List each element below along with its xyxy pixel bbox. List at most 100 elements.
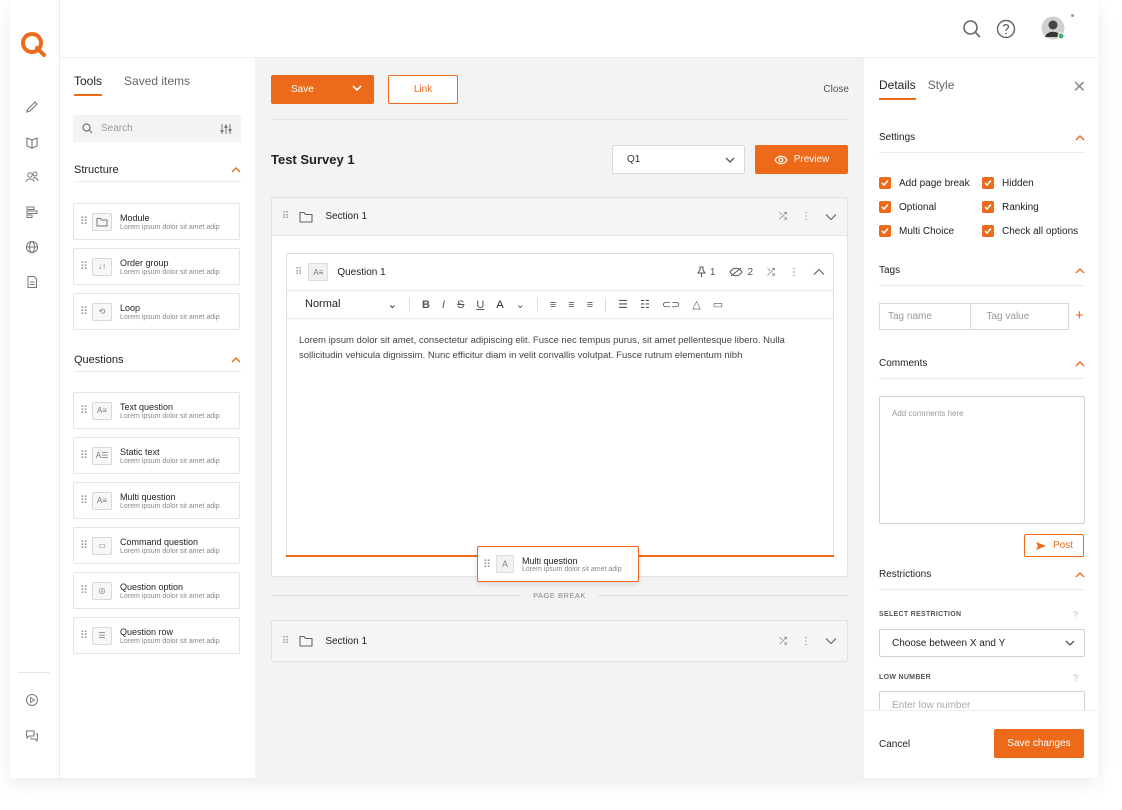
save-changes-button[interactable]: Save changes	[994, 729, 1084, 758]
tool-card-multi-question[interactable]: ⠿ A≡ Multi question Lorem ipsum dolor sit…	[73, 482, 240, 519]
tool-card-static-text[interactable]: ⠿ A☰ Static text Lorem ipsum dolor sit am…	[73, 437, 240, 474]
checkbox-checked-icon[interactable]	[982, 201, 994, 213]
chevron-up-icon[interactable]	[1075, 571, 1085, 578]
restrictions-header[interactable]: Restrictions	[879, 560, 1085, 590]
question-header[interactable]: ⠿ A≡ Question 1 1 2 ⤮ ⋮	[287, 254, 833, 291]
drag-handle-icon[interactable]: ⠿	[282, 211, 289, 222]
tool-card-question-row[interactable]: ⠿ ☰ Question row Lorem ipsum dolor sit am…	[73, 617, 240, 654]
help-icon[interactable]	[996, 19, 1016, 39]
strikethrough-icon[interactable]: S	[457, 299, 464, 311]
search-input[interactable]: Search	[101, 123, 220, 134]
questions-header[interactable]: Questions	[74, 348, 241, 372]
text-style-select[interactable]: Normal ⌄	[305, 298, 397, 311]
chevron-up-icon[interactable]	[813, 268, 825, 276]
section-header[interactable]: ⠿ Section 1 ⤮ ⋮	[272, 621, 847, 661]
more-icon[interactable]: ⋮	[801, 636, 811, 647]
drag-handle-icon[interactable]: ⠿	[76, 260, 92, 273]
more-icon[interactable]: ⋮	[789, 267, 799, 278]
drag-handle-icon[interactable]: ⠿	[295, 267, 302, 278]
drag-handle-icon[interactable]: ⠿	[478, 558, 496, 571]
chevron-up-icon[interactable]	[1075, 134, 1085, 141]
filter-icon[interactable]	[220, 123, 232, 135]
add-tag-icon[interactable]: +	[1075, 307, 1084, 324]
checkbox-optional[interactable]: Optional	[879, 201, 936, 213]
save-button[interactable]: Save	[271, 75, 374, 104]
preview-button[interactable]: Preview	[755, 145, 848, 174]
comments-header[interactable]: Comments	[879, 349, 1085, 379]
drag-handle-icon[interactable]: ⠿	[76, 539, 92, 552]
drag-handle-icon[interactable]: ⠿	[76, 629, 92, 642]
help-icon[interactable]: ?	[1073, 673, 1078, 683]
tab-tools[interactable]: Tools	[74, 74, 103, 96]
chevron-down-icon[interactable]	[825, 213, 837, 221]
post-button[interactable]: Post	[1024, 534, 1084, 557]
align-right-icon[interactable]: ≡	[587, 299, 593, 311]
section-header[interactable]: ⠿ Section 1 ⤮ ⋮	[272, 198, 847, 236]
drag-handle-icon[interactable]: ⠿	[76, 494, 92, 507]
link-icon[interactable]: ⊂⊃	[662, 298, 680, 311]
checkbox-check-all-options[interactable]: Check all options	[982, 225, 1078, 237]
video-icon[interactable]: ▭	[713, 298, 723, 311]
italic-icon[interactable]: I	[442, 299, 445, 311]
link-button[interactable]: Link	[388, 75, 458, 104]
chevron-up-icon[interactable]	[1075, 267, 1085, 274]
tag-name-input[interactable]: Tag name	[880, 304, 970, 329]
close-icon[interactable]: ✕	[1073, 77, 1086, 97]
checkbox-hidden[interactable]: Hidden	[982, 177, 1034, 189]
shuffle-icon[interactable]: ⤮	[779, 211, 787, 222]
bold-icon[interactable]: B	[422, 299, 430, 311]
drag-handle-icon[interactable]: ⠿	[282, 636, 289, 647]
drag-handle-icon[interactable]: ⠿	[76, 584, 92, 597]
edit-icon[interactable]	[25, 100, 39, 114]
logo[interactable]	[19, 30, 47, 58]
chevron-up-icon[interactable]	[1075, 360, 1085, 367]
globe-icon[interactable]	[25, 240, 39, 254]
checkbox-add-page-break[interactable]: Add page break	[879, 177, 970, 189]
tools-search[interactable]: Search	[73, 115, 241, 142]
align-left-icon[interactable]: ≡	[550, 299, 556, 311]
structure-header[interactable]: Structure	[74, 158, 241, 182]
checkbox-checked-icon[interactable]	[879, 201, 891, 213]
tool-card-text-question[interactable]: ⠿ A≡ Text question Lorem ipsum dolor sit …	[73, 392, 240, 429]
checkbox-multi-choice[interactable]: Multi Choice	[879, 225, 954, 237]
play-icon[interactable]	[25, 693, 39, 707]
settings-header[interactable]: Settings	[879, 123, 1085, 153]
checkbox-checked-icon[interactable]	[982, 177, 994, 189]
font-color-icon[interactable]: A	[496, 299, 503, 311]
chevron-down-icon[interactable]	[352, 83, 362, 93]
align-center-icon[interactable]: ≡	[568, 299, 574, 311]
dragging-card-multi-question[interactable]: ⠿ A Multi question Lorem ipsum dolor sit…	[477, 546, 639, 582]
layout-icon[interactable]	[25, 205, 39, 219]
drag-handle-icon[interactable]: ⠿	[76, 215, 92, 228]
image-icon[interactable]: △	[692, 298, 700, 311]
shuffle-icon[interactable]: ⤮	[767, 267, 775, 278]
underline-icon[interactable]: U	[476, 299, 484, 311]
more-icon[interactable]: ⋮	[801, 211, 811, 222]
chevron-up-icon[interactable]	[231, 356, 241, 363]
checkbox-ranking[interactable]: Ranking	[982, 201, 1039, 213]
tool-card-module[interactable]: ⠿ Module Lorem ipsum dolor sit amet adip	[73, 203, 240, 240]
cancel-button[interactable]: Cancel	[879, 739, 910, 750]
users-icon[interactable]	[25, 170, 39, 184]
tool-card-command-question[interactable]: ⠿ ▭ Command question Lorem ipsum dolor si…	[73, 527, 240, 564]
search-icon[interactable]	[962, 19, 982, 39]
tab-saved-items[interactable]: Saved items	[124, 74, 190, 96]
checkbox-checked-icon[interactable]	[879, 225, 891, 237]
tool-card-question-option[interactable]: ⠿ ◎ Question option Lorem ipsum dolor sit…	[73, 572, 240, 609]
checkbox-checked-icon[interactable]	[879, 177, 891, 189]
question-select[interactable]: Q1	[612, 145, 745, 174]
tab-style[interactable]: Style	[928, 78, 955, 100]
numbered-list-icon[interactable]: ☰	[618, 298, 628, 311]
checkbox-checked-icon[interactable]	[982, 225, 994, 237]
tab-details[interactable]: Details	[879, 78, 916, 100]
drag-handle-icon[interactable]: ⠿	[76, 305, 92, 318]
tool-card-loop[interactable]: ⠿ ⟲ Loop Lorem ipsum dolor sit amet adip	[73, 293, 240, 330]
book-icon[interactable]	[25, 135, 39, 149]
tags-header[interactable]: Tags	[879, 256, 1085, 286]
chevron-down-icon[interactable]: ⌄	[516, 298, 525, 311]
drag-handle-icon[interactable]: ⠿	[76, 404, 92, 417]
shuffle-icon[interactable]: ⤮	[779, 636, 787, 647]
chevron-down-icon[interactable]	[825, 637, 837, 645]
tag-value-input[interactable]: Tag value	[969, 304, 1069, 329]
document-icon[interactable]	[25, 275, 39, 289]
